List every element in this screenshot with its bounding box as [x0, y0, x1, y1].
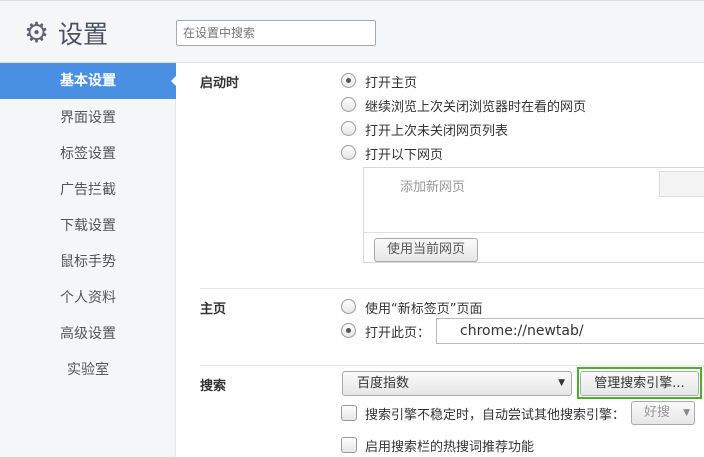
- startup-radio-unclosed[interactable]: [341, 121, 356, 136]
- search-engine-select[interactable]: 百度指数 ▼: [342, 371, 572, 396]
- use-current-page-button[interactable]: 使用当前网页: [374, 238, 478, 262]
- sidebar-item-advanced[interactable]: 高级设置: [0, 316, 176, 352]
- startup-option-unclosed: 打开上次未关闭网页列表: [365, 124, 509, 139]
- page-url-field[interactable]: [659, 171, 704, 197]
- sidebar-item-download[interactable]: 下载设置: [0, 208, 176, 244]
- sidebar-item-lab[interactable]: 实验室: [0, 352, 176, 388]
- chevron-down-icon: ▼: [558, 378, 565, 388]
- hot-words-checkbox[interactable]: [341, 437, 357, 453]
- startup-radio-home[interactable]: [341, 73, 356, 88]
- add-page-placeholder[interactable]: 添加新网页: [400, 176, 465, 195]
- section-divider: [200, 365, 704, 366]
- search-input[interactable]: [176, 20, 376, 46]
- startup-label: 启动时: [200, 76, 240, 91]
- startup-radio-pages[interactable]: [341, 145, 356, 160]
- sidebar-item-interface[interactable]: 界面设置: [0, 100, 176, 136]
- home-option-url: 打开此页：: [365, 326, 431, 341]
- sidebar-item-profile[interactable]: 个人资料: [0, 280, 176, 316]
- startup-radio-continue[interactable]: [341, 97, 356, 112]
- sidebar-item-tabs[interactable]: 标签设置: [0, 136, 176, 172]
- manage-search-engines-button[interactable]: 管理搜索引擎...: [580, 371, 699, 396]
- sidebar-item-basic[interactable]: 基本设置: [0, 63, 177, 99]
- hot-words-label: 启用搜索栏的热搜词推荐功能: [365, 440, 535, 455]
- startup-option-home: 打开主页: [365, 76, 418, 91]
- home-label: 主页: [200, 302, 227, 317]
- startup-option-continue: 继续浏览上次关闭浏览器时在看的网页: [365, 100, 587, 115]
- fallback-engine-value: 好搜: [644, 405, 671, 420]
- home-radio-url[interactable]: [341, 323, 356, 338]
- chevron-down-icon: ▼: [683, 408, 690, 418]
- sidebar: 基本设置 界面设置 标签设置 广告拦截 下载设置 鼠标手势 个人资料 高级设置 …: [0, 63, 177, 457]
- search-engine-value: 百度指数: [357, 376, 410, 391]
- fallback-label: 搜索引擎不稳定时，自动尝试其他搜索引擎：: [365, 408, 626, 423]
- home-option-newtab: 使用“新标签页”页面: [365, 302, 483, 317]
- sidebar-item-gestures[interactable]: 鼠标手势: [0, 244, 176, 280]
- home-url-input[interactable]: chrome://newtab/: [436, 318, 704, 344]
- section-divider: [200, 288, 704, 289]
- page-title: 设置: [58, 20, 109, 49]
- home-radio-newtab[interactable]: [341, 299, 356, 314]
- sidebar-item-adblock[interactable]: 广告拦截: [0, 172, 176, 208]
- box-divider: [363, 232, 704, 233]
- gear-icon: ⚙: [24, 16, 50, 49]
- fallback-checkbox[interactable]: [341, 405, 357, 421]
- search-label: 搜索: [200, 379, 227, 394]
- fallback-engine-select[interactable]: 好搜 ▼: [631, 401, 695, 425]
- startup-option-pages: 打开以下网页: [365, 148, 444, 163]
